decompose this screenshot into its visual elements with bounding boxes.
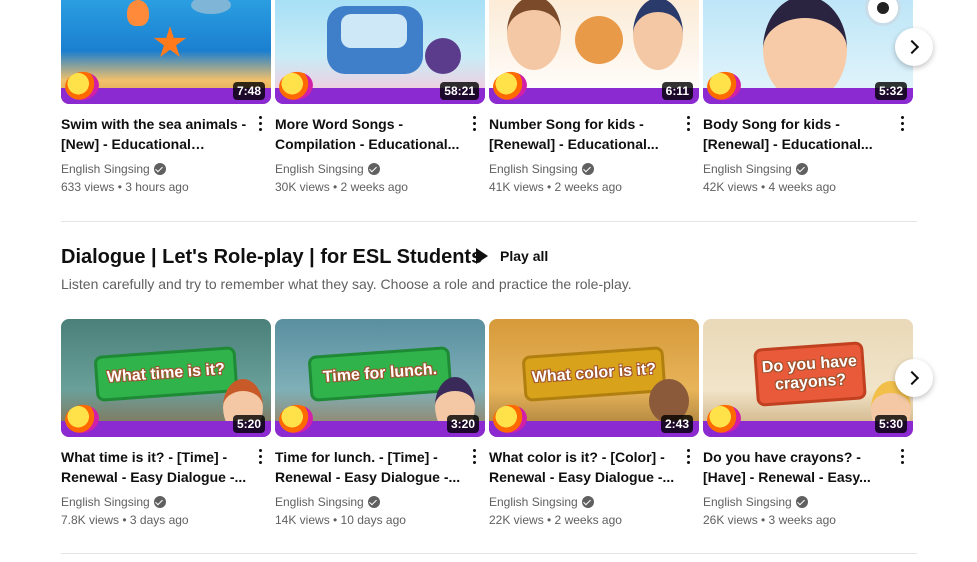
video-stats: 42K views • 4 weeks ago — [703, 180, 836, 194]
more-vert-icon[interactable] — [683, 445, 693, 467]
video-card[interactable]: What color is it? 2:43 What color is it?… — [489, 319, 699, 527]
channel-name-row[interactable]: English Singsing — [275, 495, 485, 509]
verified-check-icon — [153, 163, 166, 175]
more-vert-icon[interactable] — [683, 112, 693, 134]
channel-name-row[interactable]: English Singsing — [489, 162, 699, 176]
channel-name[interactable]: English Singsing — [489, 162, 578, 176]
video-stats: 14K views • 10 days ago — [275, 513, 406, 527]
video-stats: 41K views • 2 weeks ago — [489, 180, 622, 194]
video-stats: 22K views • 2 weeks ago — [489, 513, 622, 527]
channel-name[interactable]: English Singsing — [275, 495, 364, 509]
speech-bubble: Do you have crayons? — [753, 341, 867, 407]
more-vert-icon[interactable] — [469, 445, 479, 467]
verified-check-icon — [795, 163, 808, 175]
play-icon — [476, 248, 488, 264]
speech-bubble: What time is it? — [93, 346, 239, 402]
more-vert-icon[interactable] — [255, 112, 265, 134]
duration-badge: 3:20 — [446, 415, 479, 433]
grapes-illustration — [425, 38, 461, 74]
speech-bubble: What color is it? — [521, 346, 667, 402]
channel-name-row[interactable]: English Singsing — [703, 162, 913, 176]
speech-bubble: Time for lunch. — [307, 346, 453, 402]
video-title[interactable]: Time for lunch. - [Time] - Renewal - Eas… — [275, 447, 461, 487]
video-title[interactable]: Swim with the sea animals - [New] - Educ… — [61, 114, 247, 154]
girl-illustration — [507, 0, 561, 70]
channel-name-row[interactable]: English Singsing — [61, 495, 271, 509]
video-thumbnail[interactable]: What color is it? 2:43 — [489, 319, 699, 437]
video-title[interactable]: Body Song for kids - [Renewal] - Educati… — [703, 114, 889, 154]
video-title[interactable]: What color is it? - [Color] - Renewal - … — [489, 447, 675, 487]
shelf-description: Listen carefully and try to remember wha… — [61, 276, 632, 292]
video-thumbnail[interactable]: 6:11 — [489, 0, 699, 104]
video-title[interactable]: Number Song for kids - [Renewal] - Educa… — [489, 114, 675, 154]
starfish-illustration — [153, 26, 187, 57]
verified-check-icon — [153, 496, 166, 508]
play-all-button[interactable]: Play all — [476, 248, 548, 264]
channel-name-row[interactable]: English Singsing — [489, 495, 699, 509]
video-row: 7:48 Swim with the sea animals - [New] -… — [61, 0, 913, 194]
channel-name[interactable]: English Singsing — [275, 162, 364, 176]
play-all-label: Play all — [500, 248, 549, 264]
video-thumbnail[interactable]: Do you have crayons? 5:30 — [703, 319, 913, 437]
channel-name[interactable]: English Singsing — [489, 495, 578, 509]
duration-badge: 5:32 — [874, 82, 907, 100]
video-card[interactable]: What time is it? 5:20 What time is it? -… — [61, 319, 271, 527]
video-title[interactable]: More Word Songs - Compilation - Educatio… — [275, 114, 461, 154]
shelf-divider — [61, 221, 917, 222]
octopus-illustration — [127, 0, 149, 26]
eye-illustration — [865, 0, 901, 26]
video-thumbnail[interactable]: 5:32 — [703, 0, 913, 104]
video-title[interactable]: Do you have crayons? - [Have] - Renewal … — [703, 447, 889, 487]
boy-illustration — [633, 0, 683, 70]
channel-name-row[interactable]: English Singsing — [703, 495, 913, 509]
video-stats: 26K views • 3 weeks ago — [703, 513, 836, 527]
video-thumbnail[interactable]: What time is it? 5:20 — [61, 319, 271, 437]
dog-illustration — [575, 16, 623, 64]
channel-name[interactable]: English Singsing — [61, 162, 150, 176]
girl-face-illustration — [763, 0, 847, 102]
verified-check-icon — [795, 496, 808, 508]
channel-name[interactable]: English Singsing — [703, 495, 792, 509]
video-stats: 633 views • 3 hours ago — [61, 180, 189, 194]
duration-badge: 6:11 — [661, 82, 693, 100]
video-card[interactable]: 5:32 Body Song for kids - [Renewal] - Ed… — [703, 0, 913, 194]
video-thumbnail[interactable]: 7:48 — [61, 0, 271, 104]
car-window-illustration — [341, 14, 407, 48]
video-thumbnail[interactable]: Time for lunch. 3:20 — [275, 319, 485, 437]
duration-badge: 5:30 — [874, 415, 907, 433]
video-card[interactable]: Time for lunch. 3:20 Time for lunch. - [… — [275, 319, 485, 527]
video-thumbnail[interactable]: 58:21 — [275, 0, 485, 104]
more-vert-icon[interactable] — [469, 112, 479, 134]
more-vert-icon[interactable] — [897, 445, 907, 467]
video-card[interactable]: 7:48 Swim with the sea animals - [New] -… — [61, 0, 271, 194]
channel-name-row[interactable]: English Singsing — [275, 162, 485, 176]
channel-name-row[interactable]: English Singsing — [61, 162, 271, 176]
chevron-right-icon[interactable] — [895, 359, 933, 397]
duration-badge: 58:21 — [440, 82, 479, 100]
duration-badge: 2:43 — [660, 415, 693, 433]
more-vert-icon[interactable] — [897, 112, 907, 134]
verified-check-icon — [581, 496, 594, 508]
more-vert-icon[interactable] — [255, 445, 265, 467]
fish-illustration — [191, 0, 231, 14]
video-card[interactable]: 58:21 More Word Songs - Compilation - Ed… — [275, 0, 485, 194]
verified-check-icon — [367, 163, 380, 175]
shelf-title[interactable]: Dialogue | Let's Role-play | for ESL Stu… — [61, 246, 482, 269]
channel-name[interactable]: English Singsing — [703, 162, 792, 176]
shelf-divider — [61, 553, 917, 554]
verified-check-icon — [367, 496, 380, 508]
video-stats: 30K views • 2 weeks ago — [275, 180, 408, 194]
video-row: What time is it? 5:20 What time is it? -… — [61, 319, 913, 527]
channel-name[interactable]: English Singsing — [61, 495, 150, 509]
chevron-right-icon[interactable] — [895, 28, 933, 66]
video-card[interactable]: Do you have crayons? 5:30 Do you have cr… — [703, 319, 913, 527]
video-stats: 7.8K views • 3 days ago — [61, 513, 189, 527]
verified-check-icon — [581, 163, 594, 175]
duration-badge: 5:20 — [232, 415, 265, 433]
video-title[interactable]: What time is it? - [Time] - Renewal - Ea… — [61, 447, 247, 487]
duration-badge: 7:48 — [232, 82, 265, 100]
video-card[interactable]: 6:11 Number Song for kids - [Renewal] - … — [489, 0, 699, 194]
